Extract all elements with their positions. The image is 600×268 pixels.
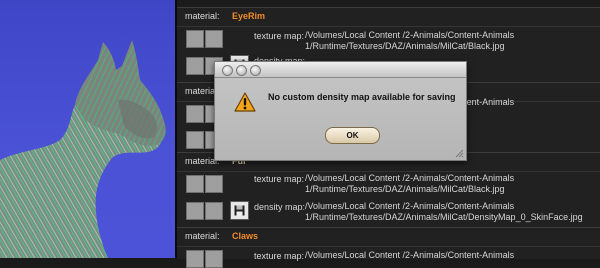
path-line: /Volumes/Local Content /2-Animals/Conten… xyxy=(305,173,515,183)
density-map-path: /Volumes/Local Content /2-Animals/Conten… xyxy=(305,201,583,223)
texture-map-label: texture map: xyxy=(254,174,305,184)
save-disk-button[interactable] xyxy=(230,201,249,220)
texture-swatch[interactable] xyxy=(186,105,204,123)
divider xyxy=(177,26,600,27)
material-name: EyeRim xyxy=(232,11,266,21)
texture-map-label: texture map: xyxy=(254,251,305,261)
ok-button[interactable]: OK xyxy=(325,127,380,144)
dialog-titlebar[interactable] xyxy=(215,62,466,78)
material-row: material: Claws xyxy=(185,231,258,245)
texture-map-label: texture map: xyxy=(254,31,305,41)
dialog-body: No custom density map available for savi… xyxy=(215,78,466,160)
floppy-disk-icon xyxy=(234,205,245,216)
3d-viewport[interactable] xyxy=(0,0,175,258)
warning-icon xyxy=(234,92,256,112)
texture-swatch[interactable] xyxy=(205,175,223,193)
alert-dialog: No custom density map available for savi… xyxy=(214,61,467,161)
material-name: Claws xyxy=(232,231,259,241)
texture-map-path: /Volumes/Local Content /2-Animals/Conten… xyxy=(305,250,514,261)
zoom-window-button[interactable] xyxy=(250,65,261,76)
material-row: material: EyeRim xyxy=(185,11,265,25)
close-window-button[interactable] xyxy=(222,65,233,76)
density-swatch[interactable] xyxy=(186,202,204,220)
density-map-label: density map: xyxy=(254,202,306,212)
resize-grip-icon[interactable] xyxy=(455,149,464,158)
cat-fur-model xyxy=(0,40,166,258)
texture-swatch[interactable] xyxy=(186,175,204,193)
density-swatch[interactable] xyxy=(205,202,223,220)
texture-swatch[interactable] xyxy=(186,250,204,268)
path-line: 1/Runtime/Textures/DAZ/Animals/MilCat/Bl… xyxy=(305,41,505,51)
divider xyxy=(177,246,600,247)
texture-swatch[interactable] xyxy=(205,30,223,48)
path-line: /Volumes/Local Content /2-Animals/Conten… xyxy=(305,201,515,211)
texture-swatch[interactable] xyxy=(186,30,204,48)
divider xyxy=(177,171,600,172)
material-label: material: xyxy=(185,11,220,21)
density-swatch[interactable] xyxy=(186,57,204,75)
texture-map-path: /Volumes/Local Content /2-Animals/Conten… xyxy=(305,173,514,195)
texture-swatch[interactable] xyxy=(205,250,223,268)
path-line: 1/Runtime/Textures/DAZ/Animals/MilCat/De… xyxy=(305,212,583,222)
path-line: /Volumes/Local Content /2-Animals/Conten… xyxy=(305,30,515,40)
path-line: /Volumes/Local Content /2-Animals/Conten… xyxy=(305,250,515,260)
material-section: material: Claws texture map: /Volumes/Lo… xyxy=(177,227,600,268)
material-section: material: Fur texture map: /Volumes/Loca… xyxy=(177,152,600,228)
texture-map-path: /Volumes/Local Content /2-Animals/Conten… xyxy=(305,30,514,52)
density-swatch[interactable] xyxy=(186,131,204,149)
minimize-window-button[interactable] xyxy=(236,65,247,76)
dialog-message: No custom density map available for savi… xyxy=(268,92,456,102)
material-label: material: xyxy=(185,231,220,241)
path-line: 1/Runtime/Textures/DAZ/Animals/MilCat/Bl… xyxy=(305,184,505,194)
